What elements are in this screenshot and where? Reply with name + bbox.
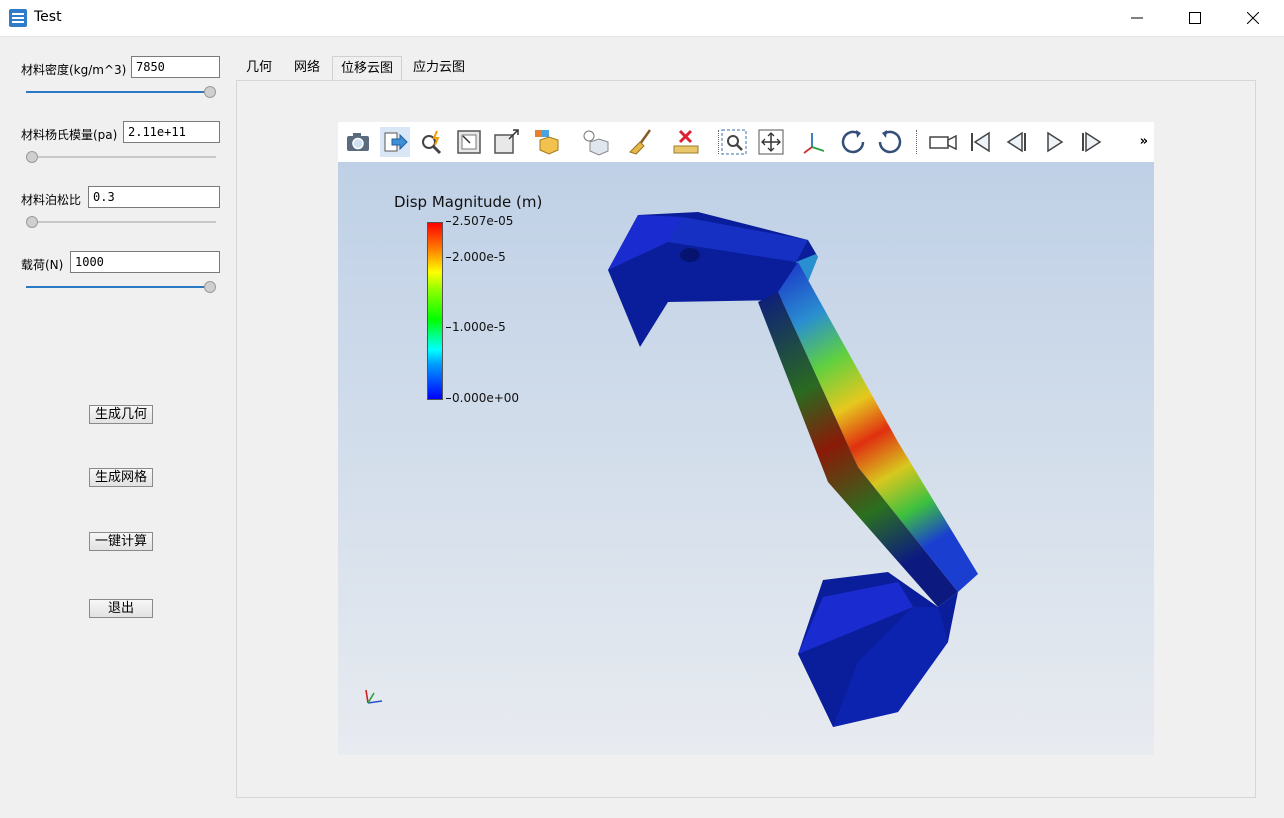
camera-icon [347,133,369,151]
broom-icon [629,129,652,155]
rotate-cw-button[interactable] [838,127,868,157]
screenshot-button[interactable] [343,127,373,157]
first-frame-button[interactable] [965,127,995,157]
density-input[interactable] [131,56,220,78]
slider-handle[interactable] [204,86,216,98]
slider-groove [26,221,216,223]
density-slider[interactable] [26,86,216,98]
viewer-toolbar: » [338,122,1154,162]
tab-stress[interactable]: 应力云图 [404,56,474,80]
fit-view-button[interactable] [756,127,786,157]
rotate-counterclockwise-icon [878,130,902,154]
toolbar-separator [916,130,918,154]
density-label: 材料密度(kg/m^3) [21,63,127,77]
close-icon [1247,12,1259,24]
poisson-label: 材料泊松比 [21,193,82,207]
window-title: Test [34,9,62,25]
maximize-button[interactable] [1166,0,1224,36]
tab-network[interactable]: 网络 [284,56,330,80]
close-button[interactable] [1224,0,1282,36]
lightbulb-cube-icon [583,130,609,156]
clear-button[interactable] [626,127,656,157]
zoom-to-box-button[interactable] [719,127,749,157]
load-slider[interactable] [26,281,216,293]
magnifier-spark-icon [422,130,442,155]
toolbar-overflow-button[interactable]: » [1140,134,1148,149]
colored-cubes-icon [535,130,559,155]
compute-button[interactable]: 一键计算 [89,532,153,551]
orientation-axes-icon [365,689,383,704]
step-forward-icon [1082,131,1102,153]
play-icon [1047,131,1064,153]
zoom-box-button[interactable] [491,127,521,157]
ruler-delete-icon [673,129,699,154]
previous-frame-button[interactable] [1002,127,1032,157]
delete-ruler-button[interactable] [671,127,701,157]
modulus-slider[interactable] [26,151,216,163]
exit-button[interactable]: 退出 [89,599,153,618]
minimize-icon [1131,17,1143,19]
generate-geometry-button[interactable]: 生成几何 [89,405,153,424]
render-viewport[interactable]: Disp Magnitude (m) 2.507e-05 2.000e-5 1.… [338,162,1154,755]
minimize-button[interactable] [1108,0,1166,36]
rotate-ccw-button[interactable] [875,127,905,157]
export-button[interactable] [380,127,410,157]
deformed-part-model [608,212,978,727]
next-frame-button[interactable] [1076,127,1106,157]
move-arrows-icon [758,129,784,155]
xyz-axes-icon [803,133,825,154]
poisson-input[interactable] [88,186,220,208]
modulus-input[interactable] [123,121,220,143]
slider-handle[interactable] [26,216,38,228]
camera-record-button[interactable] [928,127,958,157]
box-arrow-icon [494,129,519,154]
quick-search-button[interactable] [417,127,447,157]
modulus-label: 材料杨氏模量(pa) [21,128,118,142]
slider-handle[interactable] [204,281,216,293]
maximize-icon [1189,12,1201,24]
tab-geometry[interactable]: 几何 [236,56,282,80]
load-label: 载荷(N) [21,258,64,272]
slider-groove [26,156,216,158]
poisson-slider[interactable] [26,216,216,228]
representation-button[interactable] [532,127,562,157]
step-back-icon [1006,131,1026,153]
slider-fill [26,91,210,93]
app-icon [9,9,27,27]
slider-handle[interactable] [26,151,38,163]
load-input[interactable] [70,251,220,273]
lighting-button[interactable] [580,127,610,157]
rotate-clockwise-icon [841,130,865,154]
play-button[interactable] [1039,127,1069,157]
axes-orientation-button[interactable] [800,127,830,157]
video-camera-icon [929,134,957,151]
tab-displacement[interactable]: 位移云图 [332,56,402,80]
generate-mesh-button[interactable]: 生成网格 [89,468,153,487]
box-corner-icon [457,130,481,154]
slider-fill [26,286,210,288]
skip-first-icon [971,131,990,153]
reset-view-button[interactable] [454,127,484,157]
title-bar: Test [0,0,1284,37]
export-arrow-icon [384,132,408,152]
dashed-magnifier-icon [721,129,747,155]
